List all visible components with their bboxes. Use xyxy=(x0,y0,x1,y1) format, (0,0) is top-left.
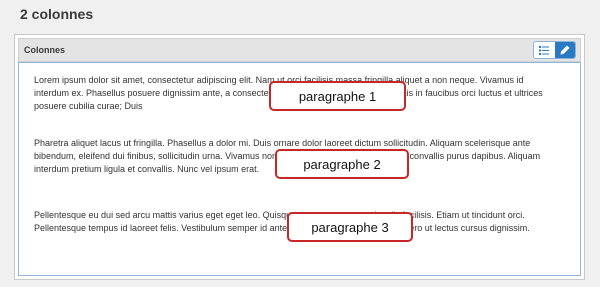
callout-paragraphe-1: paragraphe 1 xyxy=(269,81,406,111)
block-title: Colonnes xyxy=(24,45,66,55)
list-view-button[interactable] xyxy=(534,42,555,58)
page-title: 2 colonnes xyxy=(20,6,94,22)
callout-paragraphe-3: paragraphe 3 xyxy=(287,212,413,242)
edit-button[interactable] xyxy=(554,42,575,58)
list-icon xyxy=(539,45,550,55)
block-header: Colonnes xyxy=(18,38,581,62)
callout-paragraphe-2: paragraphe 2 xyxy=(275,149,409,179)
block-toolbar xyxy=(533,41,576,59)
pencil-icon xyxy=(560,45,570,55)
